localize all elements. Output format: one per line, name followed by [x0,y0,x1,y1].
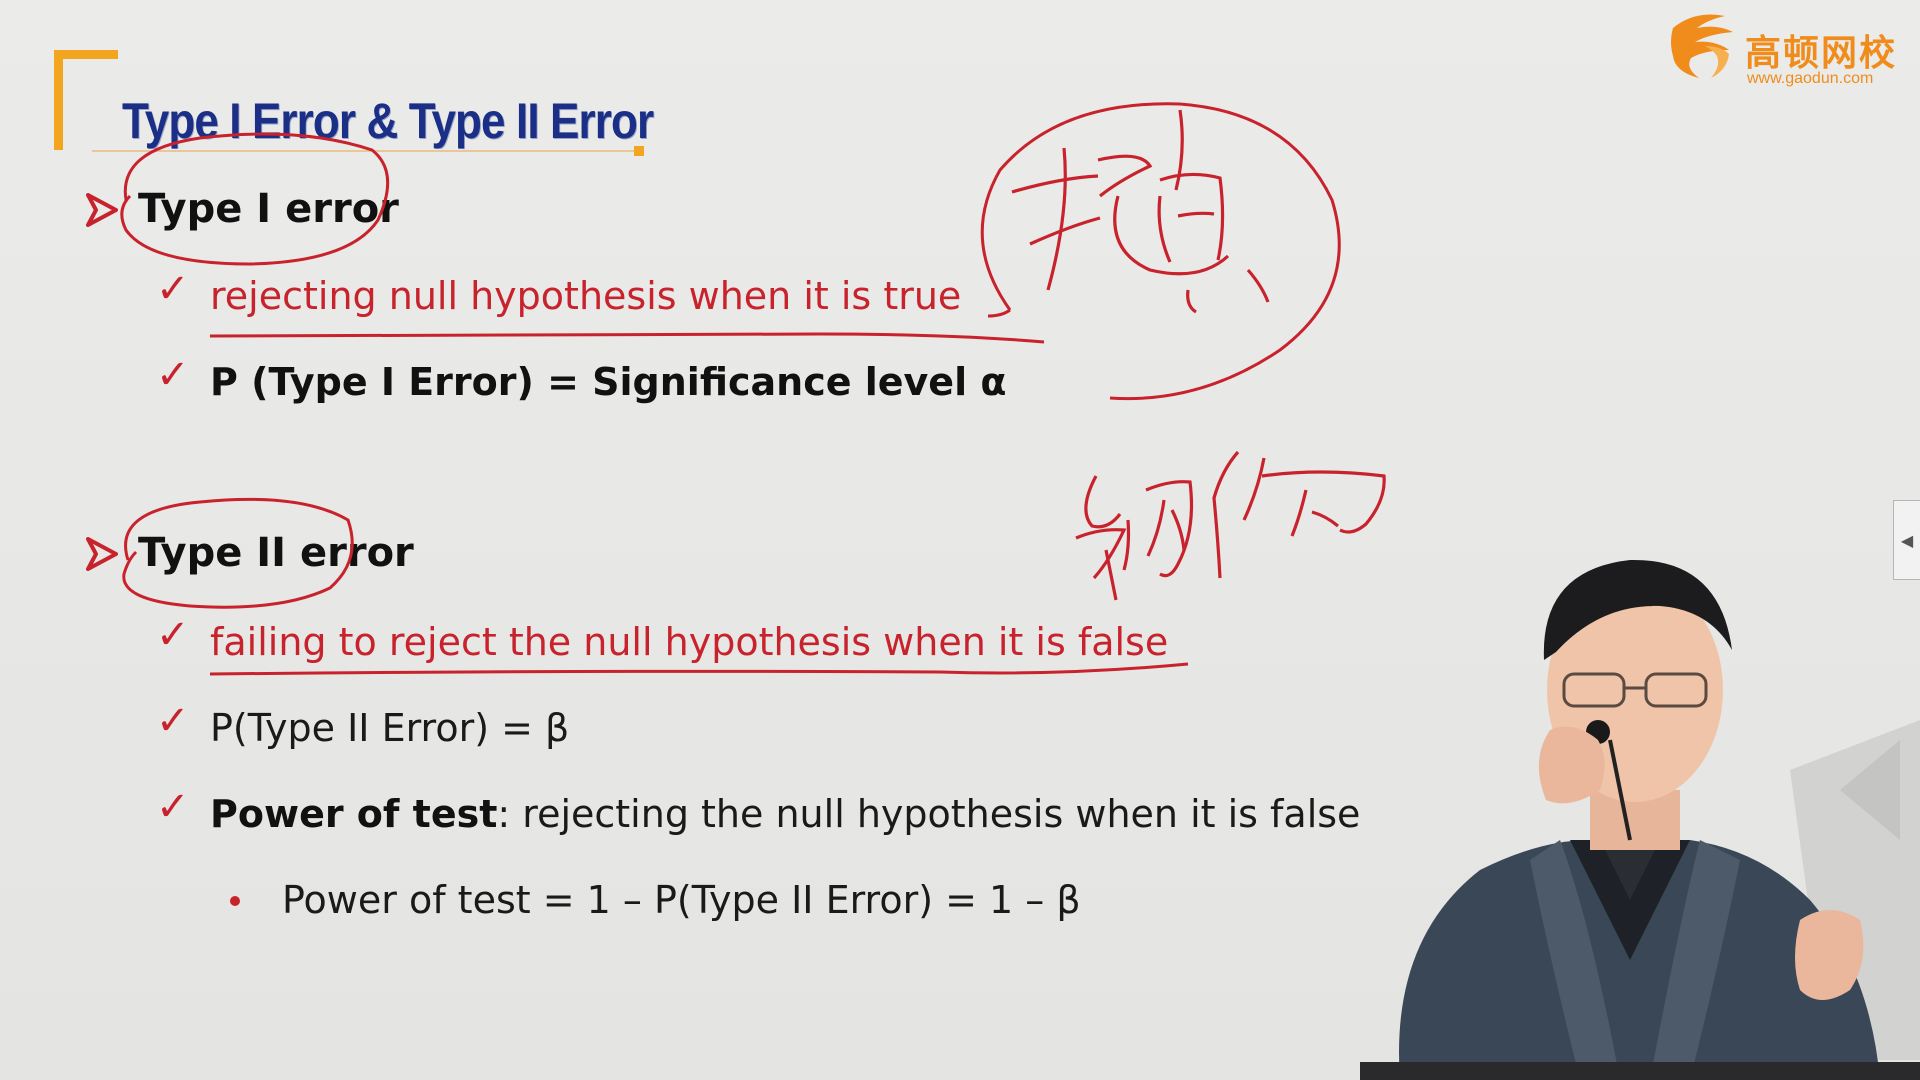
type-2-definition: failing to reject the null hypothesis wh… [210,620,1169,664]
check-icon: ✓ [156,266,190,312]
power-of-test-formula: Power of test = 1 – P(Type II Error) = 1… [282,878,1081,922]
slide-title: Type I Error & Type II Error [122,93,654,149]
arrow-bullet-icon [86,193,118,227]
check-icon: ✓ [156,698,190,744]
title-accent-dot [634,146,644,156]
power-of-test-label: Power of test [210,792,498,836]
presenter-video [1360,559,1920,1080]
title-underline [92,150,642,152]
title-bracket [54,50,118,150]
sub-bullet-dot [230,896,240,906]
check-icon: ✓ [156,784,190,830]
arrow-bullet-icon [86,537,118,571]
section-heading-type-2: Type II error [138,530,414,576]
check-icon: ✓ [156,612,190,658]
collapse-left-icon: ◀ [1900,530,1914,550]
slide-canvas: Type I Error & Type II Error 高顿网校 www.ga… [0,0,1920,1080]
gaodun-logo: 高顿网校 www.gaodun.com [1655,6,1910,90]
type-1-definition: rejecting null hypothesis when it is tru… [210,274,962,318]
check-icon: ✓ [156,352,190,398]
type-2-probability: P(Type II Error) = β [210,706,570,750]
type-1-probability: P (Type I Error) = Significance level α [210,360,1007,404]
section-heading-type-1: Type I error [138,186,399,232]
logo-brand-text: 高顿网校 [1745,33,1898,74]
logo-url-text: www.gaodun.com [1747,70,1874,87]
power-of-test-text: : rejecting the null hypothesis when it … [497,792,1361,836]
gaodun-logo-icon [1671,14,1733,78]
power-of-test-line: Power of test: rejecting the null hypoth… [210,792,1360,836]
side-panel-toggle[interactable]: ◀ [1893,500,1920,580]
